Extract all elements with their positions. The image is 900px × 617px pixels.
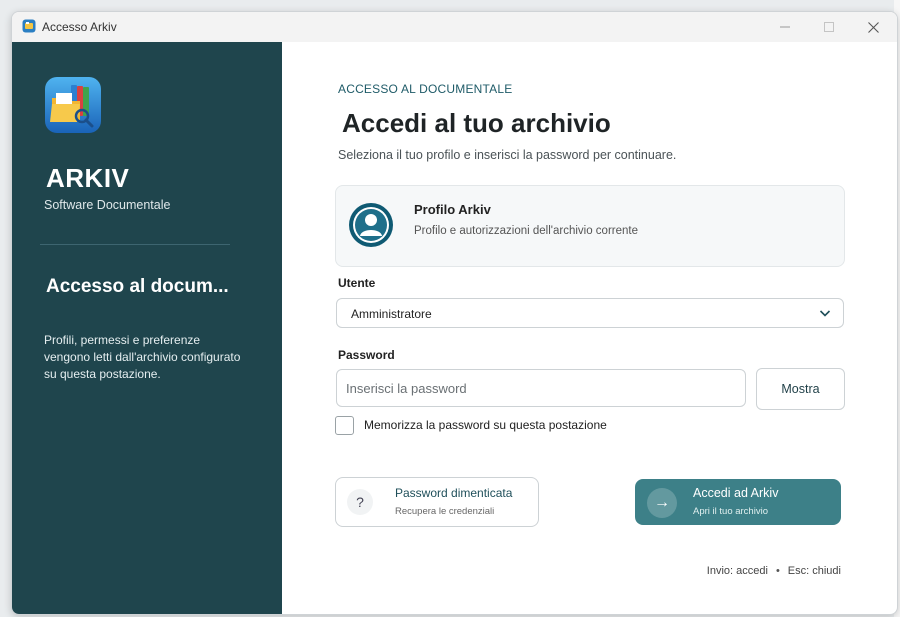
question-icon: ? bbox=[347, 489, 373, 515]
page-subtitle: Seleziona il tuo profilo e inserisci la … bbox=[338, 148, 677, 162]
sidebar-heading: Accesso al docum... bbox=[46, 276, 229, 297]
profile-card-title: Profilo Arkiv bbox=[414, 202, 491, 217]
forgot-password-subtitle: Recupera le credenziali bbox=[395, 506, 495, 517]
remember-password-label: Memorizza la password su questa postazio… bbox=[364, 418, 607, 432]
title-bar: Accesso Arkiv bbox=[12, 12, 897, 42]
sidebar-description: Profili, permessi e preferenze vengono l… bbox=[44, 333, 241, 381]
arrow-right-icon: → bbox=[647, 488, 677, 518]
enter-hint: Invio: accedi bbox=[706, 565, 768, 577]
user-profile-icon bbox=[349, 203, 393, 247]
brand-name: ARKIV bbox=[46, 163, 130, 193]
section-eyebrow: ACCESSO AL DOCUMENTALE bbox=[338, 82, 513, 96]
minimize-icon bbox=[780, 26, 790, 28]
show-password-button[interactable]: Mostra bbox=[756, 368, 845, 410]
page-title: Accedi al tuo archivio bbox=[342, 108, 611, 138]
forgot-password-title: Password dimenticata bbox=[395, 486, 513, 500]
brand-subtitle: Software Documentale bbox=[44, 198, 171, 212]
close-icon bbox=[867, 21, 879, 33]
maximize-icon bbox=[824, 22, 834, 32]
hint-separator: • bbox=[775, 565, 780, 577]
minimize-button[interactable] bbox=[763, 12, 807, 42]
remember-password-checkbox[interactable] bbox=[335, 416, 354, 435]
sidebar: ARKIV Software Documentale Accesso al do… bbox=[12, 42, 282, 614]
sidebar-divider bbox=[40, 244, 230, 245]
app-icon bbox=[22, 19, 36, 33]
profile-card: Profilo Arkiv Profilo e autorizzazioni d… bbox=[335, 185, 845, 267]
chevron-down-icon bbox=[819, 310, 831, 317]
user-select[interactable]: Amministratore bbox=[336, 298, 844, 328]
arkiv-logo-icon bbox=[45, 77, 101, 133]
user-select-value: Amministratore bbox=[351, 307, 432, 321]
user-field-label: Utente bbox=[338, 276, 376, 290]
login-button-title: Accedi ad Arkiv bbox=[693, 486, 779, 500]
login-button-subtitle: Apri il tuo archivio bbox=[693, 506, 768, 517]
window-title: Accesso Arkiv bbox=[42, 20, 117, 34]
profile-card-subtitle: Profilo e autorizzazioni dell'archivio c… bbox=[414, 225, 638, 237]
maximize-button[interactable] bbox=[807, 12, 851, 42]
password-field-label: Password bbox=[338, 348, 395, 362]
login-button[interactable]: → Accedi ad Arkiv Apri il tuo archivio bbox=[635, 479, 841, 525]
close-button[interactable] bbox=[851, 12, 895, 42]
escape-hint: Esc: chiudi bbox=[787, 565, 841, 577]
login-window: Accesso Arkiv ARKIV Software Documentale… bbox=[11, 11, 898, 615]
forgot-password-button[interactable]: ? Password dimenticata Recupera le crede… bbox=[335, 477, 539, 527]
password-input[interactable] bbox=[336, 369, 746, 407]
keyboard-hints: Invio: accedi • Esc: chiudi bbox=[707, 565, 841, 577]
